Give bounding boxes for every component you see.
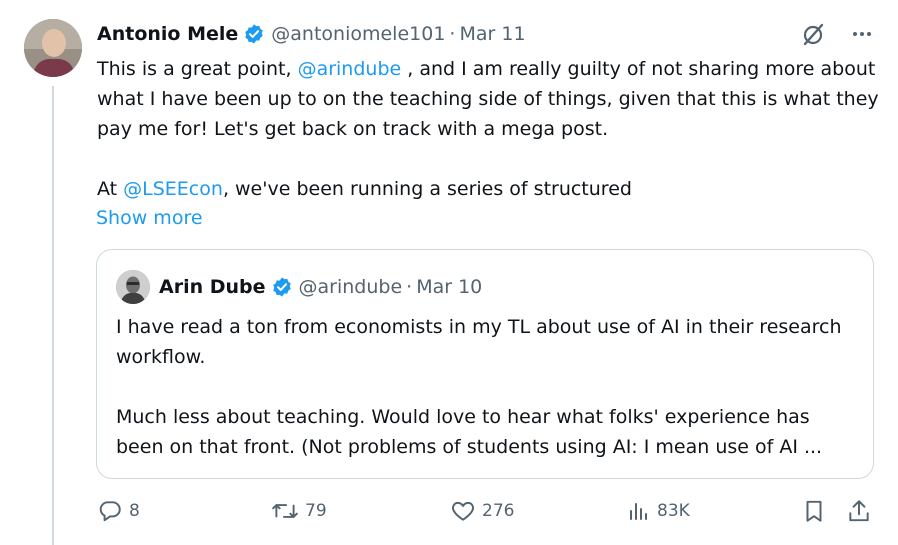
quote-author-name: Arin Dube [159,276,266,298]
share-icon [849,500,869,522]
quote-header: Arin Dube @arindube · Mar 10 [159,274,482,300]
like-count: 276 [482,501,515,521]
tweet-text: This is a great point, @arindube , and I… [97,54,882,204]
quote-date: Mar 10 [416,276,483,298]
reply-icon [99,501,121,522]
mention-link[interactable]: @arindube [298,58,402,80]
tweet-header: Antonio Mele @antoniomele101 · Mar 11 [97,21,526,47]
more-options-icon[interactable] [850,22,874,46]
grok-icon[interactable] [800,20,828,48]
show-more-link[interactable]: Show more [96,203,203,233]
tweet-paragraph-2: At @LSEEcon, we've been running a series… [97,174,882,204]
separator-dot: · [406,276,413,298]
text-segment: At [97,178,124,200]
author-name[interactable]: Antonio Mele [97,23,238,45]
mention-link[interactable]: @LSEEcon [123,178,223,200]
quote-tweet-card[interactable]: Arin Dube @arindube · Mar 10 I have read… [96,249,874,479]
reply-count: 8 [129,501,140,521]
text-segment: This is a great point, [97,58,298,80]
text-segment: , we've been running a series of structu… [222,178,632,200]
reply-button[interactable]: 8 [97,498,140,524]
share-button[interactable] [846,498,872,524]
author-avatar[interactable] [24,19,82,77]
like-button[interactable]: 276 [450,498,514,524]
quote-text: I have read a ton from economists in my … [116,312,861,462]
quote-paragraph-2: Much less about teaching. Would love to … [116,406,823,458]
tweet-top-actions [800,20,874,48]
retweet-button[interactable]: 79 [271,498,327,524]
thread-line [52,86,54,545]
quote-author-avatar [116,270,150,304]
author-handle[interactable]: @antoniomele101 [271,23,445,45]
quote-paragraph-1: I have read a ton from economists in my … [116,316,842,368]
separator-dot: · [449,23,456,45]
bookmark-icon [806,500,822,522]
retweet-icon [272,504,298,518]
quote-author-handle: @arindube [298,276,403,298]
views-icon [630,503,647,520]
heart-icon [452,501,474,521]
retweet-count: 79 [305,501,327,521]
views-count: 83K [657,501,690,521]
tweet-date[interactable]: Mar 11 [459,23,525,45]
bookmark-button[interactable] [801,498,827,524]
tweet-paragraph-1: This is a great point, @arindube , and I… [97,54,882,144]
views-button[interactable]: 83K [627,498,690,524]
verified-badge-icon [271,276,293,298]
tweet-action-bar: 8 79 276 83K [0,498,898,530]
verified-badge-icon [243,23,265,45]
